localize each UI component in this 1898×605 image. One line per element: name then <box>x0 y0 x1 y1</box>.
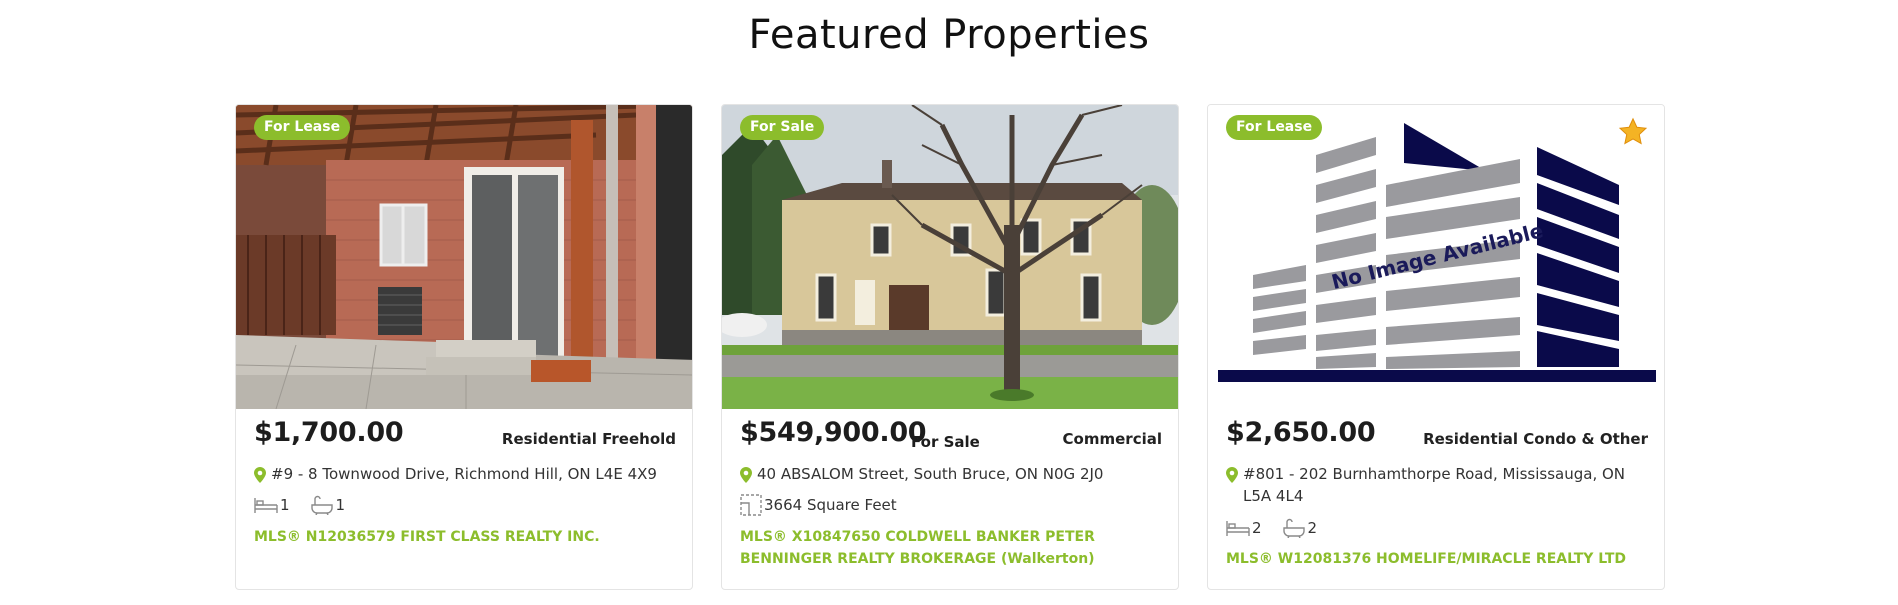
property-photo[interactable]: For Sale <box>722 105 1178 409</box>
section-title: Featured Properties <box>748 12 1150 58</box>
address-text: 40 ABSALOM Street, South Bruce, ON N0G 2… <box>757 465 1104 483</box>
property-card[interactable]: For Sale $549,900.00 For Sale Commercial… <box>721 104 1179 590</box>
price: $549,900.00 <box>740 417 927 448</box>
bed-icon <box>1226 521 1250 536</box>
features-row: 1 1 <box>254 492 365 518</box>
status-badge: For Lease <box>254 115 351 140</box>
property-photo[interactable]: For Lease <box>236 105 692 409</box>
star-icon[interactable] <box>1618 117 1648 147</box>
baths-count: 2 <box>1307 519 1318 537</box>
mls-link[interactable]: MLS® W12081376 HOMELIFE/MIRACLE REALTY L… <box>1226 548 1646 570</box>
property-card[interactable]: For Lease $1,700.00 Residential Freehold… <box>235 104 693 590</box>
mls-link[interactable]: MLS® X10847650 COLDWELL BANKER PETER BEN… <box>740 526 1160 570</box>
location-pin-icon <box>740 467 752 483</box>
property-type: Commercial <box>1062 430 1162 448</box>
area-icon <box>740 494 762 516</box>
price: $2,650.00 <box>1226 417 1376 448</box>
bath-icon <box>1282 518 1305 538</box>
location-pin-icon <box>254 467 266 483</box>
property-type: Residential Freehold <box>501 430 676 448</box>
location-pin-icon <box>1226 467 1238 483</box>
no-image-placeholder: No Image Available <box>1208 105 1664 409</box>
address-text: #801 - 202 Burnhamthorpe Road, Mississau… <box>1243 465 1626 505</box>
beds-count: 2 <box>1252 519 1262 537</box>
features-row: 2 2 <box>1226 515 1337 541</box>
beds-count: 1 <box>280 496 290 514</box>
price-suffix: For Sale <box>911 433 980 451</box>
property-card[interactable]: No Image Available For Lease $2,650.00 R… <box>1207 104 1665 590</box>
address[interactable]: #801 - 202 Burnhamthorpe Road, Mississau… <box>1226 463 1646 507</box>
price: $1,700.00 <box>254 417 404 448</box>
status-badge: For Lease <box>1226 115 1323 140</box>
features-row: 3664 Square Feet <box>740 492 917 518</box>
address-text: #9 - 8 Townwood Drive, Richmond Hill, ON… <box>271 465 657 483</box>
area-text: 3664 Square Feet <box>764 496 897 514</box>
property-type: Residential Condo & Other <box>1423 430 1648 448</box>
mls-link[interactable]: MLS® N12036579 FIRST CLASS REALTY INC. <box>254 526 674 548</box>
bed-icon <box>254 498 278 513</box>
property-photo[interactable]: No Image Available For Lease <box>1208 105 1664 409</box>
baths-count: 1 <box>335 496 346 514</box>
address[interactable]: #9 - 8 Townwood Drive, Richmond Hill, ON… <box>254 463 674 485</box>
address[interactable]: 40 ABSALOM Street, South Bruce, ON N0G 2… <box>740 463 1160 485</box>
bath-icon <box>310 495 333 515</box>
status-badge: For Sale <box>740 115 825 140</box>
